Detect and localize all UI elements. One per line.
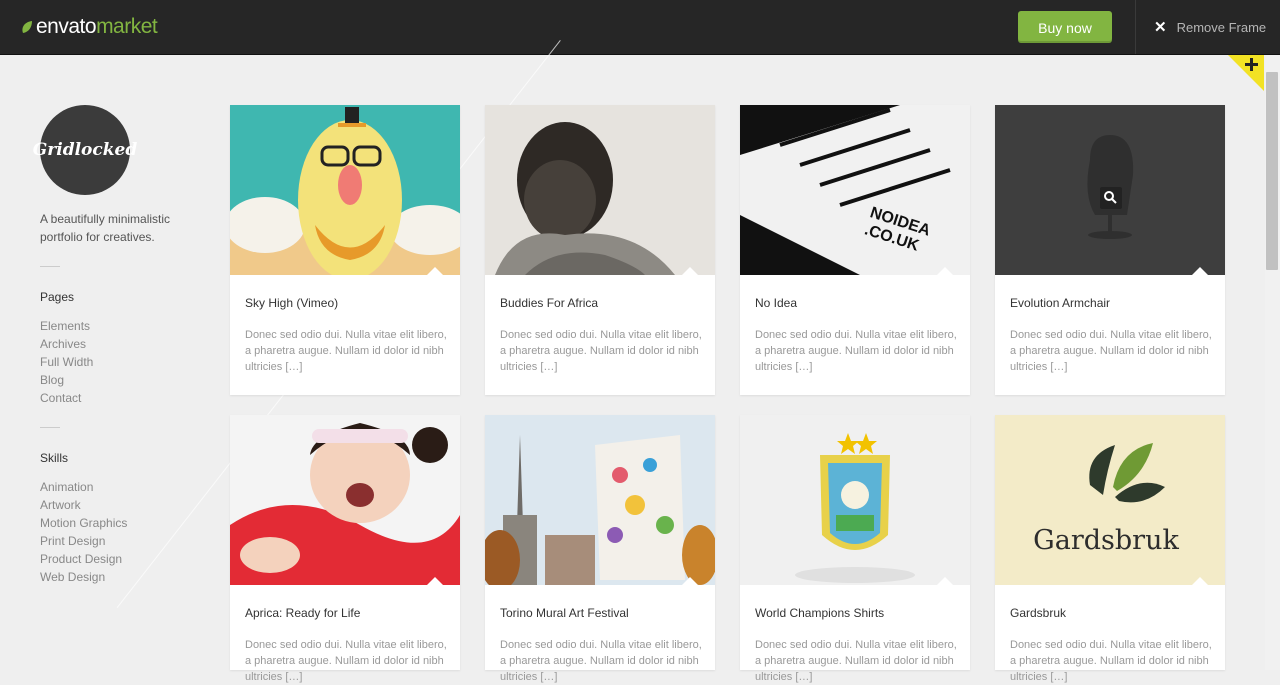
portfolio-thumbnail[interactable]: Gardsbruk [995,415,1225,585]
thumb-notch [937,267,953,275]
portfolio-title[interactable]: Gardsbruk [1010,606,1066,620]
logo-envato-text: envato [36,15,97,38]
sidebar-item-web-design[interactable]: Web Design [40,568,127,586]
thumb-notch [682,577,698,585]
sidebar-item-animation[interactable]: Animation [40,478,127,496]
remove-frame-label: Remove Frame [1176,19,1267,35]
portfolio-card[interactable]: Sky High (Vimeo) Donec sed odio dui. Nul… [230,105,460,395]
thumb-notch [427,267,443,275]
portfolio-title[interactable]: Sky High (Vimeo) [245,296,338,310]
sidebar-item-full-width[interactable]: Full Width [40,353,93,371]
sidebar-item-motion-graphics[interactable]: Motion Graphics [40,514,127,532]
portfolio-excerpt: Donec sed odio dui. Nulla vitae elit lib… [245,639,447,683]
sidebar-item-product-design[interactable]: Product Design [40,550,127,568]
portfolio-card[interactable]: Aprica: Ready for Life Donec sed odio du… [230,415,460,683]
close-icon: ✕ [1154,19,1167,36]
thumb-notch [1192,267,1208,275]
leaf-icon [22,21,32,33]
portfolio-excerpt: Donec sed odio dui. Nulla vitae elit lib… [500,639,702,683]
remove-frame-link[interactable]: ✕ Remove Frame [1154,17,1266,37]
portfolio-excerpt: Donec sed odio dui. Nulla vitae elit lib… [500,329,702,373]
portfolio-title[interactable]: Torino Mural Art Festival [500,606,629,620]
thumb-notch [427,577,443,585]
portfolio-excerpt: Donec sed odio dui. Nulla vitae elit lib… [1010,639,1212,683]
portfolio-card[interactable]: Evolution Armchair Donec sed odio dui. N… [995,105,1225,395]
portfolio-title[interactable]: No Idea [755,296,797,310]
thumb-notch [1192,577,1208,585]
portfolio-thumbnail[interactable] [740,415,970,585]
pages-heading: Pages [40,290,75,304]
skills-list: Animation Artwork Motion Graphics Print … [40,478,127,586]
sidebar-item-archives[interactable]: Archives [40,335,93,353]
portfolio-title[interactable]: Buddies For Africa [500,296,598,310]
sidebar-item-contact[interactable]: Contact [40,389,93,407]
portfolio-title[interactable]: Aprica: Ready for Life [245,606,360,620]
portfolio-excerpt: Donec sed odio dui. Nulla vitae elit lib… [755,639,957,683]
portfolio-thumbnail[interactable] [995,105,1225,275]
portfolio-excerpt: Donec sed odio dui. Nulla vitae elit lib… [245,329,447,373]
portfolio-title[interactable]: World Champions Shirts [755,606,884,620]
portfolio-card[interactable]: Buddies For Africa Donec sed odio dui. N… [485,105,715,395]
portfolio-card[interactable]: Torino Mural Art Festival Donec sed odio… [485,415,715,683]
pages-list: Elements Archives Full Width Blog Contac… [40,317,93,407]
portfolio-thumbnail[interactable] [230,105,460,275]
thumb-text-gardsbruk: Gardsbruk [1033,525,1179,556]
sidebar-item-blog[interactable]: Blog [40,371,93,389]
site-logo-text: Gridlocked [32,140,138,160]
magnifier-icon-bg [1100,187,1122,209]
plus-icon[interactable] [1228,55,1264,91]
portfolio-thumbnail[interactable]: NOIDEA .CO.UK [740,105,970,275]
sidebar-item-elements[interactable]: Elements [40,317,93,335]
scrollbar-thumb[interactable] [1266,72,1278,270]
portfolio-thumbnail[interactable] [230,415,460,585]
site-logo[interactable]: Gridlocked [33,105,137,195]
divider [40,427,60,428]
portfolio-excerpt: Donec sed odio dui. Nulla vitae elit lib… [755,329,957,373]
portfolio-card[interactable]: Gardsbruk Gardsbruk Donec sed odio dui. … [995,415,1225,683]
portfolio-thumbnail[interactable] [485,105,715,275]
thumb-notch [682,267,698,275]
portfolio-excerpt: Donec sed odio dui. Nulla vitae elit lib… [1010,329,1212,373]
portfolio-title[interactable]: Evolution Armchair [1010,296,1110,310]
logo-market-text: market [96,15,158,38]
thumb-notch [937,577,953,585]
top-divider [1135,0,1136,54]
site-tagline: A beautifully minimalistic portfolio for… [40,212,171,244]
portfolio-card[interactable]: NOIDEA .CO.UK No Idea Donec sed odio dui… [740,105,970,395]
sidebar-item-print-design[interactable]: Print Design [40,532,127,550]
sidebar-item-artwork[interactable]: Artwork [40,496,127,514]
top-bar: envato market Buy now ✕ Remove Frame [0,0,1280,55]
skills-heading: Skills [40,451,69,465]
buy-now-button[interactable]: Buy now [1018,11,1112,43]
portfolio-thumbnail[interactable] [485,415,715,585]
envato-market-logo[interactable]: envato market [20,14,158,40]
portfolio-card[interactable]: World Champions Shirts Donec sed odio du… [740,415,970,683]
divider [40,266,60,267]
